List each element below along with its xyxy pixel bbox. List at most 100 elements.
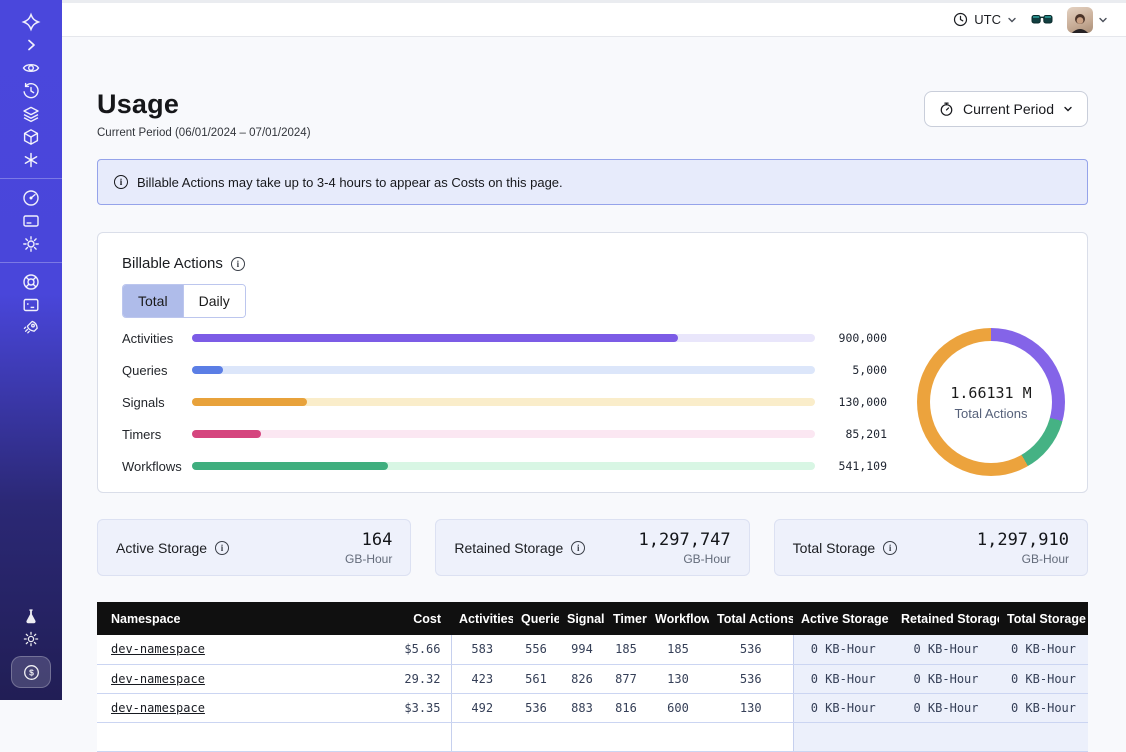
bar-activities: Activities 900,000 <box>122 331 887 346</box>
col-cost: Cost <box>339 602 451 635</box>
sidebar: $ <box>0 0 62 700</box>
bar-label: Timers <box>122 427 188 442</box>
total-daily-toggle: Total Daily <box>122 284 246 318</box>
col-queries: Queries <box>513 602 559 635</box>
bar-value: 130,000 <box>829 395 887 409</box>
active-storage-card: Active Storage i 164 GB-Hour <box>97 519 411 576</box>
sidebar-divider <box>0 262 62 263</box>
col-signals: Signals <box>559 602 605 635</box>
bar-value: 900,000 <box>829 331 887 345</box>
total-actions-donut: 1.66131 M Total Actions <box>917 328 1065 476</box>
storage-card-value: 1,297,910 <box>977 530 1069 550</box>
storage-card-label: Active Storage <box>116 540 207 556</box>
temporal-logo-icon[interactable] <box>11 10 51 33</box>
bar-value: 5,000 <box>829 363 887 377</box>
bar-signals: Signals 130,000 <box>122 395 887 410</box>
info-icon[interactable]: i <box>571 541 585 555</box>
bar-label: Signals <box>122 395 188 410</box>
table-header-row: Namespace Cost Activities Queries Signal… <box>97 602 1088 635</box>
dollar-coin-icon[interactable]: $ <box>11 656 51 688</box>
namespace-link[interactable]: dev-namespace <box>111 701 205 715</box>
col-total-actions: Total Actions <box>709 602 793 635</box>
page-title: Usage <box>97 89 311 120</box>
avatar <box>1067 7 1093 33</box>
stopwatch-icon <box>939 101 954 117</box>
chevron-right-icon[interactable] <box>11 33 51 56</box>
storage-card-label: Total Storage <box>793 540 876 556</box>
storage-card-unit: GB-Hour <box>345 552 392 566</box>
col-active-storage: Active Storage <box>793 602 893 635</box>
main-content: Usage Current Period (06/01/2024 – 07/01… <box>62 37 1126 752</box>
chevron-down-icon <box>1007 15 1017 25</box>
lifebuoy-icon[interactable] <box>11 270 51 293</box>
namespace-link[interactable]: dev-namespace <box>111 642 205 656</box>
donut-center-label: Total Actions <box>955 406 1028 421</box>
asterisk-icon[interactable] <box>11 148 51 171</box>
info-icon[interactable]: i <box>883 541 897 555</box>
storage-card-unit: GB-Hour <box>639 552 731 566</box>
user-menu[interactable] <box>1067 7 1108 33</box>
namespace-usage-table: Namespace Cost Activities Queries Signal… <box>97 602 1088 752</box>
table-row: dev-namespace 29.32 423 561 826 877 130 … <box>97 664 1088 693</box>
storage-card-label: Retained Storage <box>454 540 563 556</box>
sun-icon[interactable] <box>11 627 51 650</box>
tab-total[interactable]: Total <box>123 285 183 317</box>
storage-card-value: 1,297,747 <box>639 530 731 550</box>
flask-icon[interactable] <box>11 604 51 627</box>
bar-label: Activities <box>122 331 188 346</box>
clock-icon <box>953 12 968 27</box>
timezone-selector[interactable]: UTC <box>953 12 1017 27</box>
sidebar-divider <box>0 178 62 179</box>
rocket-icon[interactable] <box>11 316 51 339</box>
billable-actions-info-banner: i Billable Actions may take up to 3-4 ho… <box>97 159 1088 205</box>
namespace-link[interactable]: dev-namespace <box>111 672 205 686</box>
total-storage-card: Total Storage i 1,297,910 GB-Hour <box>774 519 1088 576</box>
timezone-label: UTC <box>974 12 1001 27</box>
billable-actions-chart: Activities 900,000 Queries 5,000 Signals… <box>122 326 1065 478</box>
storage-summary-row: Active Storage i 164 GB-Hour Retained St… <box>97 519 1088 576</box>
table-row: dev-namespace $3.35 492 536 883 816 600 … <box>97 693 1088 722</box>
col-activities: Activities <box>451 602 513 635</box>
gauge-icon[interactable] <box>11 186 51 209</box>
bar-label: Workflows <box>122 459 188 474</box>
billable-actions-card: Billable Actions i Total Daily Activitie… <box>97 232 1088 493</box>
table-row: dev-namespace $5.66 583 556 994 185 185 … <box>97 635 1088 664</box>
retained-storage-card: Retained Storage i 1,297,747 GB-Hour <box>435 519 749 576</box>
col-workflows: Workflows <box>647 602 709 635</box>
bar-timers: Timers 85,201 <box>122 427 887 442</box>
period-subtitle: Current Period (06/01/2024 – 07/01/2024) <box>97 127 311 139</box>
col-timers: Timers <box>605 602 647 635</box>
banner-text: Billable Actions may take up to 3-4 hour… <box>137 175 563 190</box>
bar-value: 85,201 <box>829 427 887 441</box>
topbar: UTC <box>62 0 1126 37</box>
table-row-partial <box>97 722 1088 751</box>
card-panel-icon[interactable] <box>11 209 51 232</box>
period-dropdown-button[interactable]: Current Period <box>924 91 1088 127</box>
chevron-down-icon <box>1098 15 1108 25</box>
tab-daily[interactable]: Daily <box>183 285 245 317</box>
eye-icon[interactable] <box>11 56 51 79</box>
col-namespace: Namespace <box>97 602 339 635</box>
chevron-down-icon <box>1063 104 1073 114</box>
gear-icon[interactable] <box>11 232 51 255</box>
svg-text:$: $ <box>29 667 34 677</box>
billable-actions-title: Billable Actions <box>122 255 223 272</box>
cube-icon[interactable] <box>11 125 51 148</box>
donut-center-value: 1.66131 M <box>950 384 1031 402</box>
period-dropdown-label: Current Period <box>963 101 1054 117</box>
storage-card-value: 164 <box>345 530 392 550</box>
col-retained-storage: Retained Storage <box>893 602 999 635</box>
terminal-icon[interactable] <box>11 293 51 316</box>
info-icon[interactable]: i <box>215 541 229 555</box>
info-icon: i <box>114 175 128 189</box>
bar-value: 541,109 <box>829 459 887 473</box>
bar-label: Queries <box>122 363 188 378</box>
layers-icon[interactable] <box>11 102 51 125</box>
feedback-glasses-icon[interactable] <box>1031 13 1053 26</box>
storage-card-unit: GB-Hour <box>977 552 1069 566</box>
bar-workflows: Workflows 541,109 <box>122 459 887 474</box>
col-total-storage: Total Storage <box>999 602 1088 635</box>
info-icon[interactable]: i <box>231 257 245 271</box>
bar-queries: Queries 5,000 <box>122 363 887 378</box>
history-clock-icon[interactable] <box>11 79 51 102</box>
